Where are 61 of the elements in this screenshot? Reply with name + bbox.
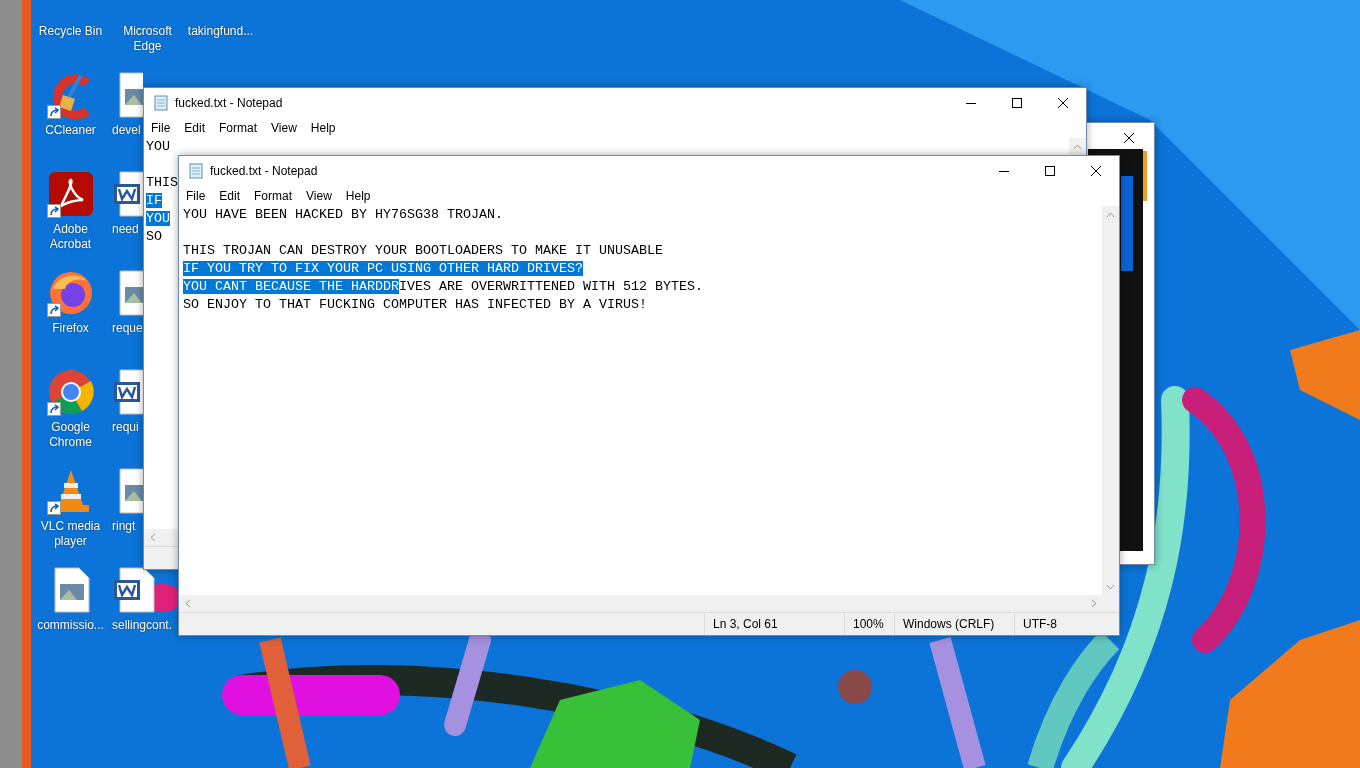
minimize-icon — [999, 170, 1009, 172]
text-line: THIS TROJAN CAN DESTROY YOUR BOOTLOADERS TO MAKE IT UNUSABLE — [183, 243, 663, 258]
selected-text: IF YOU TRY TO FIX YOUR PC USING OTHER HARD DRIVES? — [183, 261, 583, 276]
menu-item[interactable]: Help — [338, 186, 378, 206]
chevron-left-icon — [184, 599, 191, 608]
chevron-up-icon — [1073, 143, 1082, 150]
window-title: fucked.txt - Notepad — [175, 95, 283, 112]
icon-label[interactable]: sellingcont. — [112, 618, 173, 633]
icon-label[interactable]: Firefox — [52, 321, 89, 336]
menu-item[interactable]: Edit — [177, 118, 213, 138]
icon-label[interactable]: CCleaner — [45, 123, 96, 138]
maximize-icon — [1012, 98, 1022, 108]
menu-item[interactable]: Format — [212, 118, 265, 138]
menu-item[interactable]: Edit — [212, 186, 248, 206]
minimize-icon — [966, 102, 976, 104]
close-icon — [1124, 133, 1134, 143]
icon-label[interactable]: devel — [112, 123, 141, 138]
selected-text: IF — [146, 193, 162, 208]
status-text: Ln 3, Col 61 — [704, 613, 844, 635]
notepad-icon — [188, 163, 204, 179]
paint-dot — [838, 670, 872, 704]
icon-label[interactable]: takingfund... — [187, 24, 254, 39]
selected-text: YOU — [146, 211, 170, 226]
notepad-icon — [153, 95, 169, 111]
menu-item[interactable]: Help — [303, 118, 343, 138]
icon-label[interactable]: Recycle Bin — [38, 24, 103, 39]
window-title: fucked.txt - Notepad — [210, 163, 318, 180]
icon-label[interactable]: commissio... — [37, 618, 104, 633]
icon-label[interactable]: Google Chrome — [34, 420, 107, 450]
status-text: 100% — [844, 613, 894, 635]
close-icon — [1058, 98, 1068, 108]
text-line: YOU — [146, 139, 170, 154]
selected-text: YOU CANT BECAUSE THE HARDDR — [183, 279, 399, 294]
text-line: YOU HAVE BEEN HACKED BY HY76SG38 TROJAN. — [183, 207, 503, 222]
chevron-up-icon — [1106, 211, 1115, 218]
menu-item[interactable]: Format — [247, 186, 300, 206]
status-text: Windows (CRLF) — [894, 613, 1014, 635]
icon-label[interactable]: ringt — [112, 519, 136, 534]
document-icon[interactable] — [112, 170, 143, 218]
text-line: THIS — [146, 175, 178, 190]
menu-item[interactable]: View — [264, 118, 304, 138]
document-icon[interactable] — [112, 368, 143, 416]
text-line: SO — [146, 229, 162, 244]
icon-label[interactable]: reque — [112, 321, 143, 336]
chevron-right-icon — [1090, 599, 1097, 608]
icon-label[interactable]: requi — [112, 420, 139, 435]
icon-label[interactable]: VLC media player — [34, 519, 107, 549]
browser-icon[interactable] — [46, 368, 95, 416]
menu-item[interactable]: File — [144, 118, 178, 138]
icon-label[interactable]: need — [112, 222, 139, 237]
menu-item[interactable]: View — [299, 186, 339, 206]
chevron-down-icon — [1106, 583, 1115, 590]
menu-item[interactable]: File — [179, 186, 213, 206]
maximize-icon — [1045, 166, 1055, 176]
chevron-left-icon — [149, 533, 156, 542]
status-text: UTF-8 — [1014, 613, 1119, 635]
close-icon — [1091, 166, 1101, 176]
accent-bar — [1143, 151, 1147, 201]
icon-label[interactable]: Microsoft Edge — [112, 24, 183, 54]
text-line: SO ENJOY TO THAT FUCKING COMPUTER HAS INFECTED BY A VIRUS! — [183, 297, 647, 312]
icon-label[interactable]: Adobe Acrobat — [34, 222, 107, 252]
